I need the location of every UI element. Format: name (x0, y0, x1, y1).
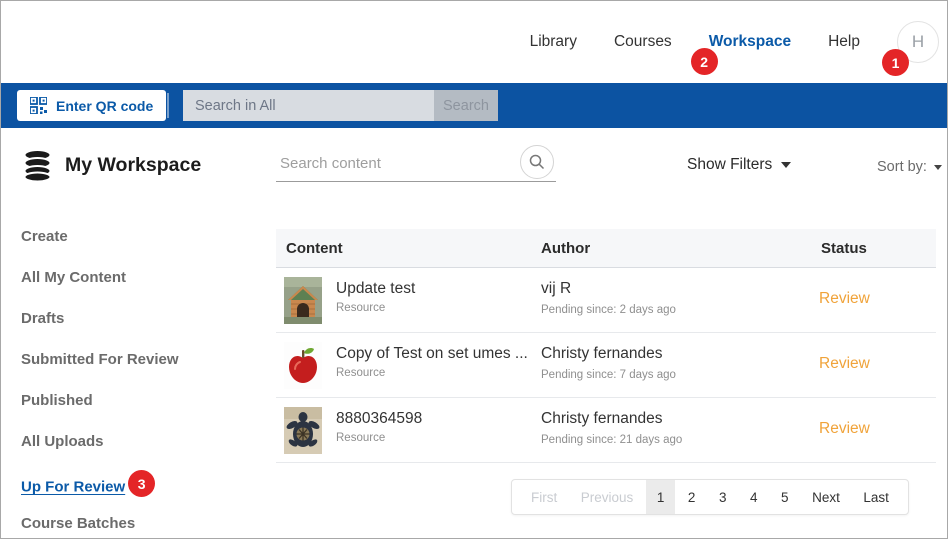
sidebar-item-all-uploads[interactable]: All Uploads (21, 433, 179, 452)
bar-divider (167, 93, 169, 118)
content-cell: Update test Resource (284, 277, 415, 324)
nav-item-help[interactable]: Help (828, 33, 860, 51)
pagination-page-2[interactable]: 2 (677, 480, 707, 514)
pagination-page-4[interactable]: 4 (739, 480, 769, 514)
top-header: Library Courses Workspace 2 Help H 1 (1, 1, 947, 83)
qr-code-icon (30, 97, 47, 114)
dog-house-thumbnail (284, 277, 322, 324)
status-cell: Review (819, 420, 870, 438)
sidebar-item-all-my-content[interactable]: All My Content (21, 269, 179, 288)
pending-since: Pending since: 21 days ago (541, 434, 682, 446)
author-name: Christy fernandes (541, 410, 682, 428)
content-title: 8880364598 (336, 410, 422, 428)
content-type: Resource (336, 302, 415, 314)
column-header-author: Author (541, 229, 590, 268)
sort-by-dropdown[interactable]: Sort by: (877, 159, 942, 175)
pagination-next[interactable]: Next (801, 480, 851, 514)
nav-label: Library (530, 33, 577, 50)
status-cell: Review (819, 355, 870, 373)
qr-search-bar: Enter QR code Search (1, 83, 947, 128)
author-cell: Christy fernandes Pending since: 21 days… (541, 410, 682, 446)
review-link[interactable]: Review (819, 420, 870, 437)
content-search-box (276, 145, 556, 182)
nav-label: Help (828, 33, 860, 50)
nav-item-courses[interactable]: Courses (614, 33, 672, 51)
content-cell: 8880364598 Resource (284, 407, 422, 454)
sidebar-item-drafts[interactable]: Drafts (21, 310, 179, 329)
table-row[interactable]: 8880364598 Resource Christy fernandes Pe… (276, 398, 936, 463)
search-content-input[interactable] (276, 145, 506, 181)
content-text: Update test Resource (336, 277, 415, 324)
nav-item-workspace[interactable]: Workspace 2 (709, 33, 791, 51)
sort-by-label: Sort by: (877, 159, 927, 175)
content-cell: Copy of Test on set umes ... Resource (284, 342, 528, 389)
database-stack-icon (21, 149, 54, 182)
table-row[interactable]: Copy of Test on set umes ... Resource Ch… (276, 333, 936, 398)
turtle-thumbnail (284, 407, 322, 454)
content-type: Resource (336, 367, 528, 379)
apple-thumbnail (284, 342, 322, 389)
pagination-last[interactable]: Last (852, 480, 900, 514)
workspace-page: Library Courses Workspace 2 Help H 1 (0, 0, 948, 539)
nav-label: Courses (614, 33, 672, 50)
enter-qr-code-button[interactable]: Enter QR code (17, 90, 166, 121)
content-table-header: Content Author Status (276, 229, 936, 268)
table-row[interactable]: Update test Resource vij R Pending since… (276, 268, 936, 333)
main-nav: Library Courses Workspace 2 Help H 1 (530, 1, 939, 83)
pagination-previous[interactable]: Previous (570, 480, 645, 514)
content-text: 8880364598 Resource (336, 407, 422, 454)
magnifier-icon (529, 154, 545, 170)
show-filters-label: Show Filters (687, 156, 772, 174)
chevron-down-icon (934, 165, 942, 170)
sidebar-item-published[interactable]: Published (21, 392, 179, 411)
content-table-body: Update test Resource vij R Pending since… (276, 268, 936, 463)
show-filters-toggle[interactable]: Show Filters (687, 156, 791, 174)
review-link[interactable]: Review (819, 355, 870, 372)
sidebar-item-create[interactable]: Create (21, 228, 179, 247)
sidebar-item-up-for-review[interactable]: Up For Review3 (21, 474, 179, 493)
pagination-page-1[interactable]: 1 (646, 480, 676, 514)
content-type: Resource (336, 432, 422, 444)
avatar-initial: H (912, 32, 924, 52)
author-cell: Christy fernandes Pending since: 7 days … (541, 345, 676, 381)
author-name: Christy fernandes (541, 345, 676, 363)
workspace-step-badge: 2 (691, 48, 718, 75)
sidebar-item-submitted-for-review[interactable]: Submitted For Review (21, 351, 179, 370)
status-cell: Review (819, 290, 870, 308)
content-title: Copy of Test on set umes ... (336, 345, 528, 363)
enter-qr-code-label: Enter QR code (56, 98, 153, 114)
column-header-status: Status (821, 229, 867, 268)
search-in-all-input[interactable] (183, 90, 434, 121)
nav-item-library[interactable]: Library (530, 33, 577, 51)
pending-since: Pending since: 2 days ago (541, 304, 676, 316)
pagination-bar: First Previous 1 2 3 4 5 Next Last (511, 479, 909, 515)
column-header-content: Content (286, 229, 343, 268)
up-for-review-step-badge: 3 (128, 470, 155, 497)
workspace-sidebar-menu: Create All My Content Drafts Submitted F… (21, 228, 179, 539)
pagination-page-3[interactable]: 3 (708, 480, 738, 514)
pending-since: Pending since: 7 days ago (541, 369, 676, 381)
nav-label: Workspace (709, 33, 791, 50)
pagination-page-5[interactable]: 5 (770, 480, 800, 514)
content-text: Copy of Test on set umes ... Resource (336, 342, 528, 389)
content-title: Update test (336, 280, 415, 298)
sidebar-item-course-batches[interactable]: Course Batches (21, 515, 179, 534)
workspace-title-block: My Workspace (21, 149, 201, 182)
page-title: My Workspace (65, 154, 201, 177)
search-submit-button[interactable]: Search (434, 90, 498, 121)
author-cell: vij R Pending since: 2 days ago (541, 280, 676, 316)
profile-step-badge: 1 (882, 49, 909, 76)
pagination-first[interactable]: First (520, 480, 568, 514)
profile-avatar[interactable]: H 1 (897, 21, 939, 63)
search-content-button[interactable] (520, 145, 554, 179)
review-link[interactable]: Review (819, 290, 870, 307)
author-name: vij R (541, 280, 676, 298)
chevron-down-icon (781, 162, 791, 168)
